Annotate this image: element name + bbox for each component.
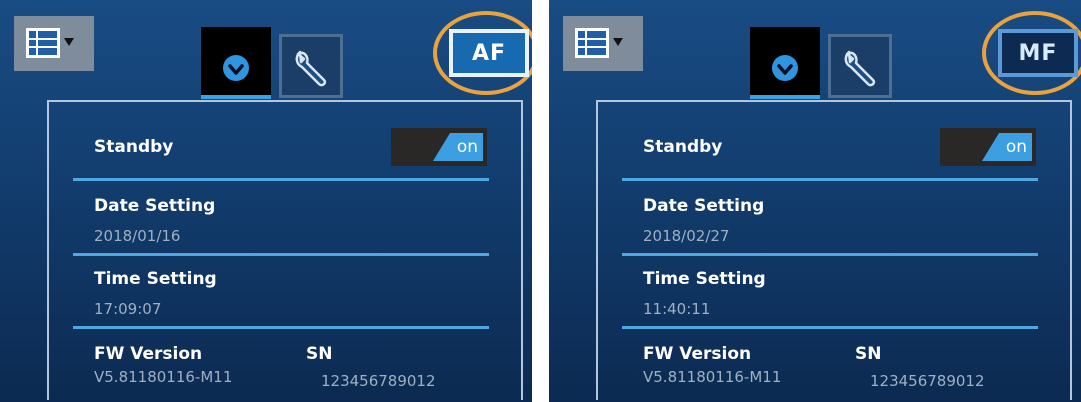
sn-label: SN (855, 344, 882, 364)
menu-button[interactable] (14, 16, 94, 71)
camera-screen-left: AF Standby on Date Setting 2018/01/16 Ti… (0, 0, 532, 402)
focus-mode-button[interactable]: AF (449, 29, 529, 77)
clock-icon (223, 55, 249, 81)
tab-clock[interactable] (201, 27, 271, 99)
clock-icon (772, 55, 798, 81)
divider (73, 326, 489, 329)
sn-label: SN (306, 344, 333, 364)
fw-version-value: V5.81180116-M11 (94, 368, 233, 386)
divider (622, 253, 1038, 256)
toggle-state: on (982, 133, 1032, 161)
sn-value: 123456789012 (870, 372, 985, 390)
standby-label: Standby (94, 137, 174, 157)
standby-label: Standby (643, 137, 723, 157)
divider (622, 178, 1038, 181)
toggle-state: on (433, 133, 483, 161)
settings-panel: Standby on Date Setting 2018/01/16 Time … (47, 100, 523, 400)
standby-toggle[interactable]: on (391, 128, 487, 166)
tab-settings[interactable] (828, 34, 892, 98)
camera-screen-right: MF Standby on Date Setting 2018/02/27 Ti… (549, 0, 1081, 402)
time-setting-label: Time Setting (94, 269, 217, 289)
focus-mode-button[interactable]: MF (998, 29, 1078, 77)
tab-settings[interactable] (279, 34, 343, 98)
list-menu-icon (575, 28, 623, 58)
active-tab-indicator (201, 95, 271, 99)
time-value: 11:40:11 (643, 300, 711, 318)
list-menu-icon (26, 28, 74, 58)
standby-toggle[interactable]: on (940, 128, 1036, 166)
divider (622, 326, 1038, 329)
wrench-icon (295, 50, 327, 87)
wrench-icon (844, 50, 876, 87)
date-value: 2018/02/27 (643, 227, 730, 245)
fw-version-value: V5.81180116-M11 (643, 368, 782, 386)
time-value: 17:09:07 (94, 300, 162, 318)
time-setting-label: Time Setting (643, 269, 766, 289)
sn-value: 123456789012 (321, 372, 436, 390)
divider (73, 253, 489, 256)
tab-clock[interactable] (750, 27, 820, 99)
fw-version-label: FW Version (643, 344, 752, 364)
date-setting-label: Date Setting (643, 196, 765, 216)
settings-panel: Standby on Date Setting 2018/02/27 Time … (596, 100, 1072, 400)
divider (73, 178, 489, 181)
date-value: 2018/01/16 (94, 227, 181, 245)
fw-version-label: FW Version (94, 344, 203, 364)
active-tab-indicator (750, 95, 820, 99)
menu-button[interactable] (563, 16, 643, 71)
date-setting-label: Date Setting (94, 196, 216, 216)
